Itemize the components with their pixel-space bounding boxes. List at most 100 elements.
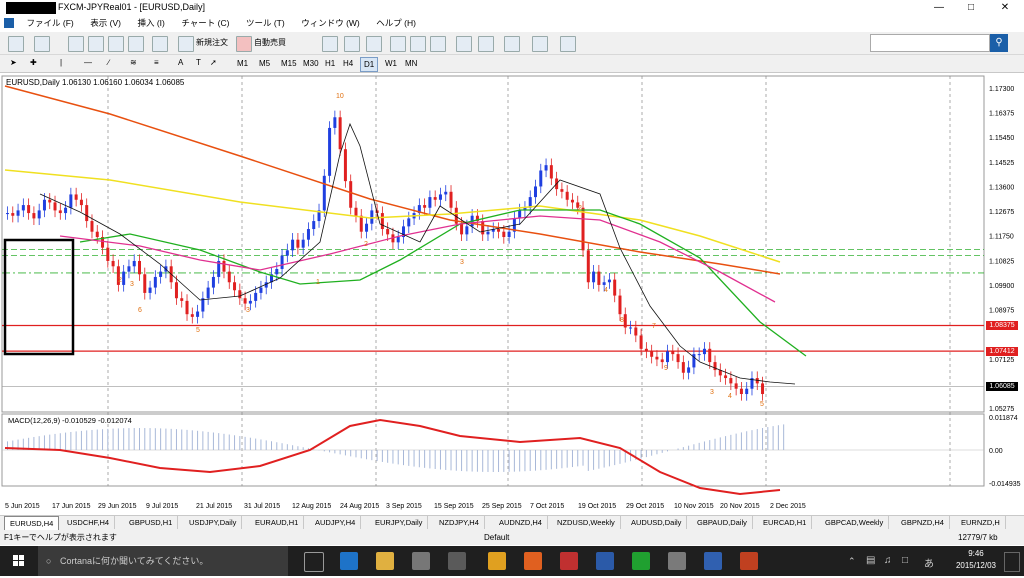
minimize-button[interactable]: —: [924, 0, 954, 16]
language-icon[interactable]: あ: [924, 555, 934, 570]
chart-window[interactable]: 1.17300 1.16375 1.15450 1.14525 1.13600 1.126…: [0, 74, 1024, 514]
candle-body: [254, 292, 258, 301]
tab-eurusd-h4[interactable]: EURUSD,H4: [4, 516, 60, 530]
file-explorer-icon[interactable]: [376, 552, 394, 570]
tab-usdjpy-daily[interactable]: USDJPY,Daily: [184, 516, 243, 529]
templates-icon[interactable]: [560, 36, 576, 52]
tab-gbpcad-weekly[interactable]: GBPCAD,Weekly: [820, 516, 890, 529]
tab-usdchf-h4[interactable]: USDCHF,H4: [62, 516, 116, 529]
timeframe-m1[interactable]: M1: [234, 57, 251, 70]
store-icon[interactable]: [412, 552, 430, 570]
timeframe-m5[interactable]: M5: [256, 57, 273, 70]
auto-trade-icon[interactable]: [236, 36, 252, 52]
price-chart[interactable]: 1.17300 1.16375 1.15450 1.14525 1.13600 1.126…: [0, 74, 1024, 514]
menu-chart[interactable]: チャート (C): [174, 16, 236, 31]
candle-body: [296, 239, 300, 248]
app-icon[interactable]: [448, 552, 466, 570]
task-view-icon[interactable]: [304, 552, 324, 572]
red-app-icon[interactable]: [560, 552, 578, 570]
arrows-icon[interactable]: ➚: [210, 56, 217, 70]
menu-tools[interactable]: ツール (T): [239, 16, 292, 31]
timeframe-m15[interactable]: M15: [278, 57, 300, 70]
restore-button[interactable]: □: [956, 0, 986, 16]
cursor-icon[interactable]: ➤: [10, 56, 17, 70]
mt4-icon[interactable]: [704, 552, 722, 570]
timeframe-w1[interactable]: W1: [382, 57, 400, 70]
tab-eurcad-h1[interactable]: EURCAD,H1: [758, 516, 813, 529]
tab-eurnzd[interactable]: EURNZD,H: [956, 516, 1006, 529]
powerpoint-icon[interactable]: [740, 552, 758, 570]
date-axis-label: 15 Sep 2015: [434, 503, 474, 510]
menu-file[interactable]: ファイル (F): [20, 16, 81, 31]
edge-icon[interactable]: [340, 552, 358, 570]
tab-audnzd-h4[interactable]: AUDNZD,H4: [494, 516, 548, 529]
crosshair-icon[interactable]: ✚: [30, 56, 37, 70]
autoscroll-icon[interactable]: [456, 36, 472, 52]
word-icon[interactable]: [596, 552, 614, 570]
network-icon[interactable]: ▤: [866, 555, 875, 566]
notification-icon[interactable]: [1004, 552, 1020, 572]
tab-nzdjpy-h4[interactable]: NZDJPY,H4: [434, 516, 485, 529]
auto-trade-button[interactable]: 自動売買: [254, 36, 286, 50]
tab-audjpy-h4[interactable]: AUDJPY,H4: [310, 516, 362, 529]
timeframe-d1[interactable]: D1: [360, 57, 379, 72]
zoom-out-icon[interactable]: [410, 36, 426, 52]
menu-insert[interactable]: 挿入 (I): [130, 16, 171, 31]
search-icon[interactable]: ⚲: [990, 34, 1008, 52]
tab-nzdusd-weekly[interactable]: NZDUSD,Weekly: [552, 516, 621, 529]
zoom-in-icon[interactable]: [390, 36, 406, 52]
new-order-icon[interactable]: [178, 36, 194, 52]
folder-icon[interactable]: [108, 36, 124, 52]
horizontal-line-icon[interactable]: —: [84, 56, 92, 70]
tab-gbpaud-daily[interactable]: GBPAUD,Daily: [692, 516, 753, 529]
chart-shift-icon[interactable]: [478, 36, 494, 52]
start-button[interactable]: [0, 546, 38, 576]
fibonacci-icon[interactable]: ≡: [154, 56, 159, 70]
calculator-icon[interactable]: [668, 552, 686, 570]
candle-chart-icon[interactable]: [344, 36, 360, 52]
bar-chart-icon[interactable]: [322, 36, 338, 52]
terminal-icon[interactable]: [128, 36, 144, 52]
candle-body: [449, 191, 453, 208]
wave-count-label: 7: [652, 323, 656, 330]
tray-up-icon[interactable]: ⌃: [848, 556, 856, 567]
channel-icon[interactable]: ≋: [130, 56, 137, 70]
market-watch-icon[interactable]: [68, 36, 84, 52]
cortana-search[interactable]: ○ Cortanaに何か聞いてみてください。: [38, 546, 288, 576]
profiles-icon[interactable]: [34, 36, 50, 52]
timeframe-mn[interactable]: MN: [402, 57, 420, 70]
firefox-icon[interactable]: [524, 552, 542, 570]
strategy-tester-icon[interactable]: [152, 36, 168, 52]
tab-eurjpy-daily[interactable]: EURJPY,Daily: [370, 516, 429, 529]
periods-icon[interactable]: [532, 36, 548, 52]
vertical-line-icon[interactable]: |: [60, 56, 62, 70]
status-help-text: F1キーでヘルプが表示されます: [4, 533, 117, 542]
new-chart-icon[interactable]: [8, 36, 24, 52]
volume-icon[interactable]: ♫: [884, 555, 892, 566]
menu-help[interactable]: ヘルプ (H): [369, 16, 423, 31]
menu-window[interactable]: ウィンドウ (W): [294, 16, 367, 31]
label-tool-icon[interactable]: T: [196, 56, 201, 70]
tab-euraud-h1[interactable]: EURAUD,H1: [250, 516, 305, 529]
candle-body: [211, 276, 215, 288]
timeframe-m30[interactable]: M30: [300, 57, 322, 70]
timeframe-h4[interactable]: H4: [340, 57, 356, 70]
new-order-button[interactable]: 新規注文: [196, 36, 228, 50]
line-chart-icon[interactable]: [366, 36, 382, 52]
tab-audusd-daily[interactable]: AUDUSD,Daily: [626, 516, 688, 529]
navigator-icon[interactable]: [88, 36, 104, 52]
trendline-icon[interactable]: ∕: [108, 56, 109, 70]
timeframe-h1[interactable]: H1: [322, 57, 338, 70]
close-button[interactable]: ✕: [990, 0, 1020, 16]
tab-gbpusd-h1[interactable]: GBPUSD,H1: [124, 516, 179, 529]
text-tool-icon[interactable]: A: [178, 56, 183, 70]
search-input[interactable]: [870, 34, 990, 52]
tile-windows-icon[interactable]: [430, 36, 446, 52]
ime-icon[interactable]: □: [902, 555, 908, 566]
line-app-icon[interactable]: [632, 552, 650, 570]
menu-view[interactable]: 表示 (V): [83, 16, 128, 31]
indicators-icon[interactable]: [504, 36, 520, 52]
yellow-app-icon[interactable]: [488, 552, 506, 570]
taskbar-clock[interactable]: 9:46 2015/12/03: [956, 548, 996, 572]
tab-gbpnzd-h4[interactable]: GBPNZD,H4: [896, 516, 950, 529]
